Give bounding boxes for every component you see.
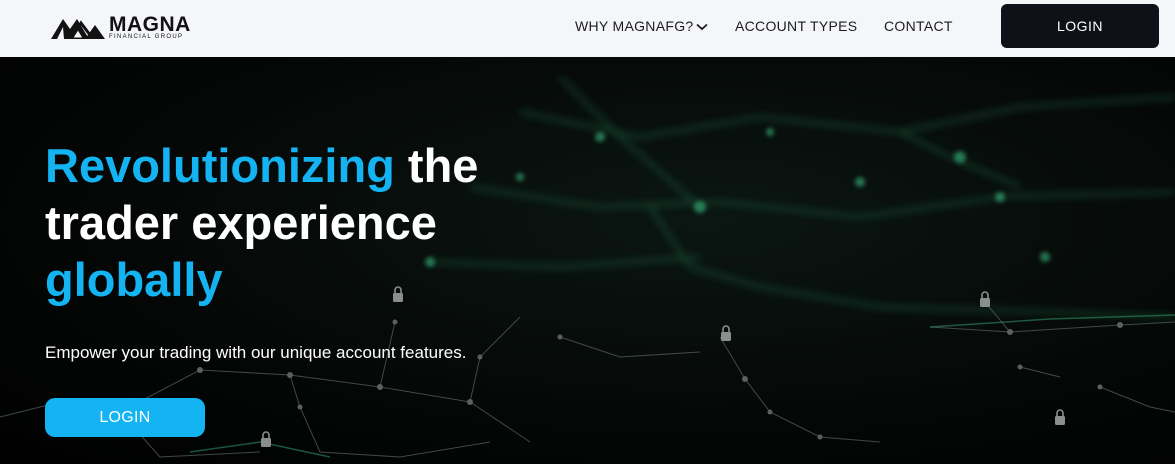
nav-item-account-types[interactable]: ACCOUNT TYPES (735, 18, 857, 35)
hero-tagline: Empower your trading with our unique acc… (45, 343, 467, 362)
brand-subtitle: FINANCIAL GROUP (109, 34, 184, 40)
headline-highlight: Revolutionizing (45, 139, 395, 192)
headline-highlight: globally (45, 253, 223, 306)
nav-item-label: WHY MAGNAFG? (575, 18, 694, 34)
lock-icon (979, 291, 991, 308)
hero-section: Revolutionizing the trader experience gl… (0, 57, 1175, 464)
top-navigation-bar: MAGNA FINANCIAL GROUP WHY MAGNAFG? ACCOU… (0, 0, 1175, 57)
lock-icon (1054, 409, 1066, 426)
lock-icon (720, 325, 732, 342)
nav-item-why-magnafg[interactable]: WHY MAGNAFG? (575, 18, 709, 35)
lock-icon (260, 431, 272, 448)
chevron-down-icon (696, 24, 709, 31)
hero-login-button[interactable]: LOGIN (45, 398, 205, 437)
magna-logo[interactable]: MAGNA FINANCIAL GROUP (51, 13, 196, 41)
hero-headline: Revolutionizing the trader experience gl… (45, 137, 605, 308)
header-login-button[interactable]: LOGIN (1001, 4, 1159, 48)
nav-item-contact[interactable]: CONTACT (884, 18, 953, 35)
brand-name: MAGNA (109, 13, 191, 36)
magna-logo-icon (51, 19, 105, 39)
